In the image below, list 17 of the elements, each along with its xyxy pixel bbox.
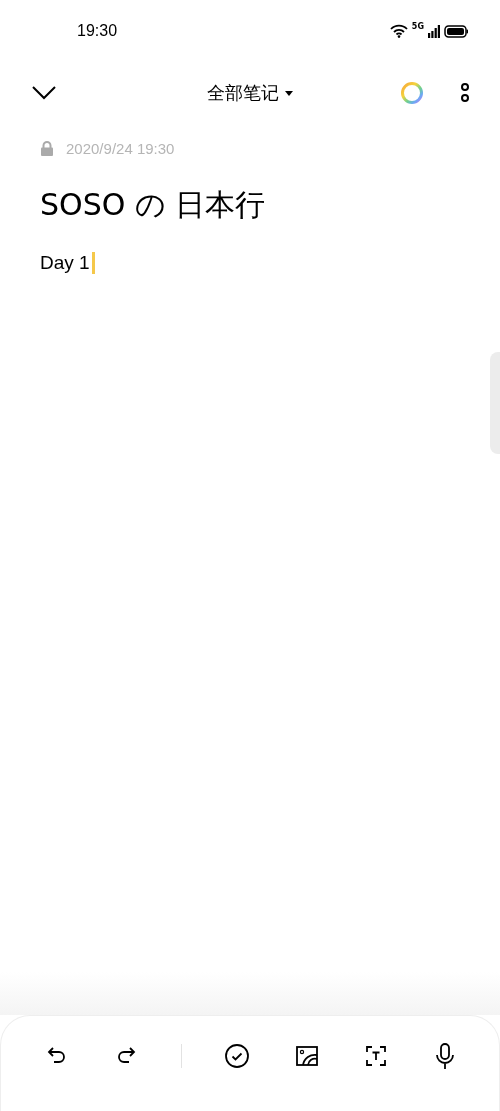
- text-scan-icon: [363, 1044, 388, 1068]
- caret-icon: [285, 90, 293, 96]
- check-circle-icon: [224, 1043, 251, 1069]
- color-ring-icon[interactable]: [400, 81, 424, 105]
- battery-icon: [444, 24, 468, 38]
- note-body[interactable]: Day 1: [40, 252, 90, 274]
- note-title[interactable]: SOSO の 日本行: [40, 185, 460, 226]
- signal-icon: [428, 24, 440, 38]
- status-time: 19:30: [77, 22, 118, 40]
- image-icon: [294, 1044, 319, 1068]
- network-label: 5G: [411, 22, 424, 31]
- note-date: 2020/9/24 19:30: [66, 140, 175, 157]
- text-cursor: [91, 252, 95, 274]
- folder-dropdown[interactable]: 全部笔记: [207, 81, 293, 105]
- wifi-icon: [389, 24, 408, 38]
- more-options-icon[interactable]: [460, 82, 470, 104]
- collapse-chevron-icon[interactable]: [32, 86, 56, 100]
